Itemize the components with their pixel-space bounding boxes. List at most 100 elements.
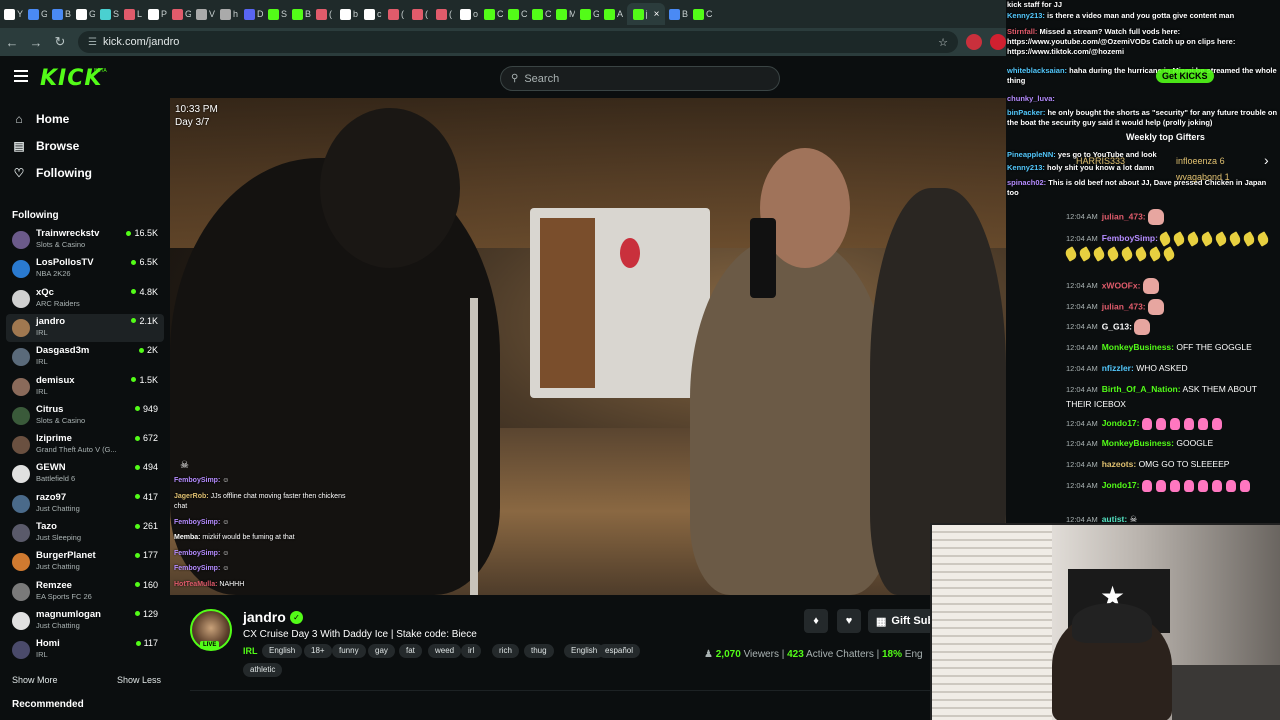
browser-tab[interactable]: A <box>603 3 624 25</box>
browser-tab[interactable]: G <box>579 3 600 25</box>
chat-message: 12:04 AM Jondo17: <box>1066 478 1276 493</box>
followed-channel[interactable]: demisux IRL 1.5K <box>6 373 164 401</box>
followed-channel[interactable]: Trainwreckstv Slots & Casino 16.5K <box>6 226 164 254</box>
followed-channel[interactable]: Tazo Just Sleeping 261 <box>6 519 164 547</box>
chat-username[interactable]: binPacker: <box>1007 108 1045 117</box>
browser-tab[interactable]: ( <box>315 3 336 25</box>
browser-tab[interactable]: Y <box>3 3 24 25</box>
stream-tag[interactable]: irl <box>461 644 482 658</box>
followed-channel[interactable]: GEWN Battlefield 6 494 <box>6 460 164 488</box>
followed-channel[interactable]: LosPollosTV NBA 2K26 6.5K <box>6 255 164 283</box>
chat-username[interactable]: Kenny213: <box>1007 163 1045 172</box>
chat-username[interactable]: Stirnfall: <box>1007 27 1037 36</box>
notification-bell-button[interactable]: ♦ <box>804 609 828 633</box>
chat-username[interactable]: MonkeyBusiness: <box>1102 438 1174 448</box>
followed-channel[interactable]: razo97 Just Chatting 417 <box>6 490 164 518</box>
browser-tab[interactable]: M <box>555 3 576 25</box>
site-info-icon[interactable]: ☰ <box>88 37 97 48</box>
show-more-button[interactable]: Show More <box>12 675 58 685</box>
chevron-right-icon[interactable]: › <box>1264 152 1269 168</box>
followed-channel[interactable]: jandro IRL 2.1K <box>6 313 164 342</box>
followed-channel[interactable]: magnumlogan Just Chatting 129 <box>6 607 164 635</box>
browser-tab[interactable]: c <box>363 3 384 25</box>
followed-channel[interactable]: Citrus Slots & Casino 949 <box>6 402 164 430</box>
chat-username[interactable]: Jondo17: <box>1102 480 1140 490</box>
browser-tab[interactable]: C <box>507 3 528 25</box>
chat-username[interactable]: Kenny213: <box>1007 11 1045 20</box>
followed-channel[interactable]: Homi IRL 117 <box>6 636 164 664</box>
browser-tab[interactable]: S <box>267 3 288 25</box>
chat-username[interactable]: PineappleNN: <box>1007 150 1056 159</box>
browser-tab[interactable]: ( <box>387 3 408 25</box>
browser-tab[interactable]: S <box>99 3 120 25</box>
chat-username[interactable]: Jondo17: <box>1102 418 1140 428</box>
forward-icon[interactable]: → <box>24 30 48 54</box>
url-field[interactable]: ☰ kick.com/jandro ☆ <box>78 31 958 53</box>
bookmark-star-icon[interactable]: ☆ <box>938 36 948 49</box>
browser-tab[interactable]: ( <box>435 3 456 25</box>
browser-tab[interactable]: C <box>483 3 504 25</box>
stream-tag[interactable]: 18+ <box>304 644 332 658</box>
followed-channel[interactable]: xQc ARC Raiders 4.8K <box>6 285 164 313</box>
browser-tab[interactable]: L <box>123 3 144 25</box>
browser-tab[interactable]: j × <box>627 3 665 25</box>
chat-username[interactable]: julian_473: <box>1102 301 1146 311</box>
browser-tab[interactable]: ( <box>411 3 432 25</box>
close-tab-icon[interactable]: × <box>654 9 660 20</box>
followed-channel[interactable]: BurgerPlanet Just Chatting 177 <box>6 548 164 576</box>
chat-username[interactable]: G_G13: <box>1102 321 1132 331</box>
browser-tab[interactable]: B <box>51 3 72 25</box>
chat-username[interactable]: hazeots: <box>1102 459 1136 469</box>
stream-tag[interactable]: español <box>598 644 641 658</box>
chat-username[interactable]: nfizzler: <box>1102 363 1134 373</box>
followed-channel[interactable]: lziprime Grand Theft Auto V (G... 672 <box>6 431 164 459</box>
followed-channel[interactable]: Remzee EA Sports FC 26 160 <box>6 578 164 606</box>
stream-tag[interactable]: rich <box>492 644 519 658</box>
stream-tag[interactable]: athletic <box>243 663 283 677</box>
browser-tab[interactable]: V <box>195 3 216 25</box>
reload-icon[interactable]: ↻ <box>48 30 72 54</box>
stream-tag[interactable]: English <box>262 644 303 658</box>
browser-tab[interactable]: B <box>668 3 689 25</box>
emote-icon <box>1183 417 1194 430</box>
streamer-name[interactable]: jandro <box>243 609 286 625</box>
nav-following[interactable]: ♡ Following <box>12 166 92 180</box>
chat-username[interactable]: MonkeyBusiness: <box>1102 342 1174 352</box>
browser-tab[interactable]: h <box>219 3 240 25</box>
back-icon[interactable]: ← <box>0 30 24 54</box>
chat-username[interactable]: julian_473: <box>1102 211 1146 221</box>
menu-icon[interactable] <box>14 70 28 82</box>
browser-tab[interactable]: P <box>147 3 168 25</box>
chat-username[interactable]: spinach02: <box>1007 178 1046 187</box>
followed-channel[interactable]: Dasgasd3m IRL 2K <box>6 343 164 371</box>
nav-browse[interactable]: ▤ Browse <box>12 139 79 153</box>
stream-tag[interactable]: thug <box>524 644 554 658</box>
chat-username[interactable]: chunky_luva: <box>1007 94 1055 103</box>
browser-tab[interactable]: C <box>692 3 713 25</box>
show-less-button[interactable]: Show Less <box>117 675 161 685</box>
browser-tab[interactable]: B <box>291 3 312 25</box>
chat-username[interactable]: xWOOFx: <box>1102 280 1141 290</box>
browser-tab[interactable]: G <box>75 3 96 25</box>
stream-tag[interactable]: fat <box>399 644 422 658</box>
browser-tab[interactable]: G <box>27 3 48 25</box>
chat-username[interactable]: Birth_Of_A_Nation: <box>1102 384 1181 394</box>
nav-home[interactable]: ⌂ Home <box>12 112 69 126</box>
browser-tab[interactable]: G <box>171 3 192 25</box>
follow-button[interactable]: ♥ <box>837 609 861 633</box>
get-kicks-button[interactable]: Get KICKS <box>1156 69 1214 83</box>
stream-category[interactable]: IRL <box>243 646 258 656</box>
extension-icon[interactable] <box>966 34 982 50</box>
chat-username[interactable]: whiteblacksaian: <box>1007 66 1067 75</box>
video-player[interactable]: 10:33 PM Day 3/7 ☠ FemboySimp: ☺ JagerRob… <box>170 98 1006 595</box>
chat-username[interactable]: FemboySimp: <box>1102 233 1158 243</box>
stream-tag[interactable]: weed <box>428 644 462 658</box>
browser-tab[interactable]: C <box>531 3 552 25</box>
browser-tab[interactable]: b <box>339 3 360 25</box>
search-input[interactable]: ⚲ Search <box>500 66 780 91</box>
browser-tab[interactable]: D <box>243 3 264 25</box>
extension-icon[interactable] <box>990 34 1006 50</box>
stream-tag[interactable]: funny <box>332 644 366 658</box>
stream-tag[interactable]: gay <box>368 644 395 658</box>
browser-tab[interactable]: o <box>459 3 480 25</box>
